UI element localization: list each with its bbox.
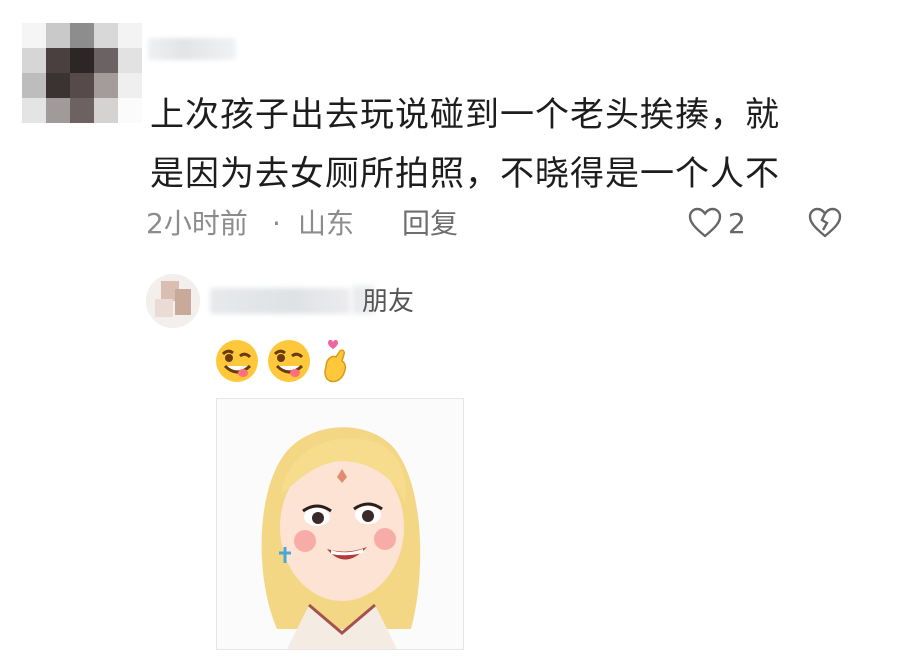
heart-outline-icon[interactable] — [688, 206, 722, 240]
comment-location: 山东 — [298, 207, 355, 240]
comment-body: 上次孩子出去玩说碰到一个老头挨揍，就 是因为去女厕所拍照，不晓得是一个人不 — [150, 86, 850, 204]
broken-heart-icon[interactable] — [808, 206, 842, 240]
reply-name-redacted[interactable] — [210, 288, 350, 314]
reply-avatar[interactable] — [146, 274, 200, 328]
meta-separator: · — [272, 207, 281, 240]
like-count: 2 — [728, 207, 746, 240]
cartoon-girl-sticker[interactable] — [216, 398, 464, 650]
wink-tongue-face-emoji — [268, 340, 310, 382]
reply-name-suffix: 朋友 — [362, 287, 415, 317]
comment-line-2: 是因为去女厕所拍照，不晓得是一个人不 — [150, 154, 780, 194]
comment-time: 2小时前 — [146, 207, 248, 240]
reply-emoji-row — [214, 336, 354, 386]
comment-line-1: 上次孩子出去玩说碰到一个老头挨揍，就 — [150, 95, 780, 135]
commenter-avatar[interactable] — [22, 23, 142, 123]
commenter-name-redacted[interactable] — [148, 38, 236, 60]
finger-heart-emoji — [324, 339, 347, 383]
wink-tongue-face-emoji — [216, 340, 258, 382]
reply-button[interactable]: 回复 — [402, 200, 458, 248]
